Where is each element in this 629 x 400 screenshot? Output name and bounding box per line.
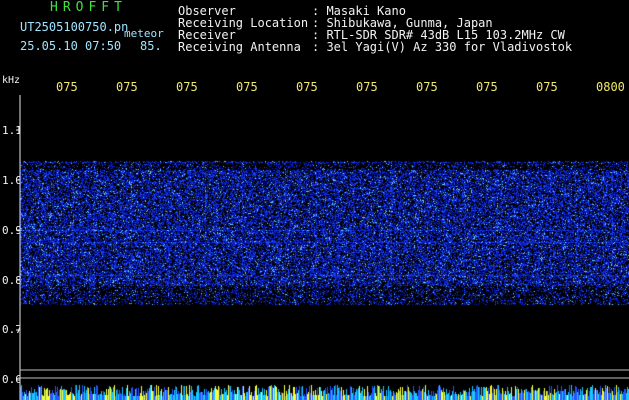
frequency-tick-label: 0.6 xyxy=(2,373,22,386)
time-tick-label: 0800 xyxy=(596,80,625,94)
date-time: 25.05.10 07:50 xyxy=(20,39,122,53)
time-tick-label: 075 xyxy=(116,80,138,94)
frequency-unit-label: kHz xyxy=(2,75,21,86)
meteor-tag: meteor xyxy=(124,27,164,40)
time-tick-label: 075 xyxy=(356,80,378,94)
frequency-tick-label: 1.1 xyxy=(2,124,22,137)
time-tick-label: 075 xyxy=(56,80,78,94)
time-tick-label: 075 xyxy=(176,80,198,94)
noise-level-strip xyxy=(20,384,629,400)
frequency-tick-label: 1.0 xyxy=(2,174,22,187)
time-tick-label: 075 xyxy=(536,80,558,94)
time-tick-label: 075 xyxy=(416,80,438,94)
file-name: UT2505100750.pn xyxy=(20,20,129,34)
spectrogram-canvas xyxy=(20,100,629,390)
antenna-label: Receiving Antenna xyxy=(178,40,301,54)
time-tick-label: 075 xyxy=(236,80,258,94)
time-tick-label: 075 xyxy=(296,80,318,94)
frequency-tick-label: 0.9 xyxy=(2,224,22,237)
time-tick-label: 075 xyxy=(476,80,498,94)
level-value: 85. xyxy=(140,39,162,53)
antenna-value: : 3el Yagi(V) Az 330 for Vladivostok xyxy=(312,40,573,54)
hrofft-logo: HROFFT xyxy=(50,0,127,15)
frequency-tick-label: 0.7 xyxy=(2,323,22,336)
frequency-tick-label: 0.8 xyxy=(2,274,22,287)
